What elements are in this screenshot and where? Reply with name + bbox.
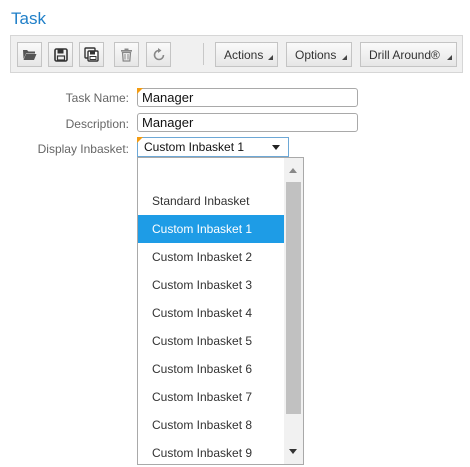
open-folder-icon xyxy=(23,50,37,60)
task-name-value: Manager xyxy=(142,90,194,105)
scrollbar-thumb[interactable] xyxy=(286,182,301,414)
dropdown-option[interactable]: Custom Inbasket 8 xyxy=(138,411,284,439)
dropdown-option[interactable]: Custom Inbasket 4 xyxy=(138,299,284,327)
chevron-down-icon xyxy=(272,145,280,150)
save-as-icon xyxy=(84,47,99,62)
dropdown-option-blank[interactable] xyxy=(138,159,284,187)
refresh-icon xyxy=(153,47,164,60)
dropdown-option[interactable]: Custom Inbasket 2 xyxy=(138,243,284,271)
dropdown-option-selected[interactable]: Custom Inbasket 1 xyxy=(138,215,284,243)
description-field[interactable]: Manager xyxy=(137,113,358,132)
drill-around-menu-button[interactable]: Drill Around® xyxy=(360,42,457,67)
display-inbasket-value: Custom Inbasket 1 xyxy=(144,140,245,154)
delete-icon xyxy=(121,48,132,62)
open-button[interactable] xyxy=(17,42,42,67)
dropdown-option[interactable]: Custom Inbasket 3 xyxy=(138,271,284,299)
page-title: Task xyxy=(11,9,46,28)
dropdown-option[interactable]: Custom Inbasket 6 xyxy=(138,355,284,383)
save-button[interactable] xyxy=(48,42,73,67)
display-inbasket-select[interactable]: Custom Inbasket 1 xyxy=(137,137,289,157)
save-as-button[interactable] xyxy=(79,42,104,67)
inbasket-dropdown-list[interactable]: Standard Inbasket Custom Inbasket 1 Cust… xyxy=(137,157,304,465)
dropdown-option[interactable]: Custom Inbasket 5 xyxy=(138,327,284,355)
refresh-button[interactable] xyxy=(146,42,171,67)
task-name-field[interactable]: Manager xyxy=(137,88,358,107)
scroll-down-icon[interactable] xyxy=(289,449,297,454)
caret-icon xyxy=(268,55,273,60)
save-icon xyxy=(53,47,68,62)
caret-icon xyxy=(342,55,347,60)
caret-icon xyxy=(447,55,452,60)
description-label: Description: xyxy=(65,117,129,131)
dropdown-scrollbar[interactable] xyxy=(284,158,303,464)
required-marker xyxy=(137,137,143,143)
task-name-label: Task Name: xyxy=(65,91,129,105)
scroll-up-icon[interactable] xyxy=(289,168,297,173)
dropdown-option[interactable]: Custom Inbasket 7 xyxy=(138,383,284,411)
toolbar-separator xyxy=(203,43,204,65)
toolbar: Actions Options Drill Around® xyxy=(10,35,463,73)
description-value: Manager xyxy=(142,115,194,130)
dropdown-option[interactable]: Custom Inbasket 9 xyxy=(138,439,284,464)
actions-label: Actions xyxy=(224,47,264,62)
drill-around-label: Drill Around® xyxy=(369,47,440,62)
delete-button[interactable] xyxy=(114,42,139,67)
dropdown-option[interactable]: Standard Inbasket xyxy=(138,187,284,215)
options-label: Options xyxy=(295,47,337,62)
actions-menu-button[interactable]: Actions xyxy=(215,42,278,67)
options-menu-button[interactable]: Options xyxy=(286,42,352,67)
required-marker xyxy=(137,88,143,94)
display-inbasket-label: Display Inbasket: xyxy=(37,142,129,156)
